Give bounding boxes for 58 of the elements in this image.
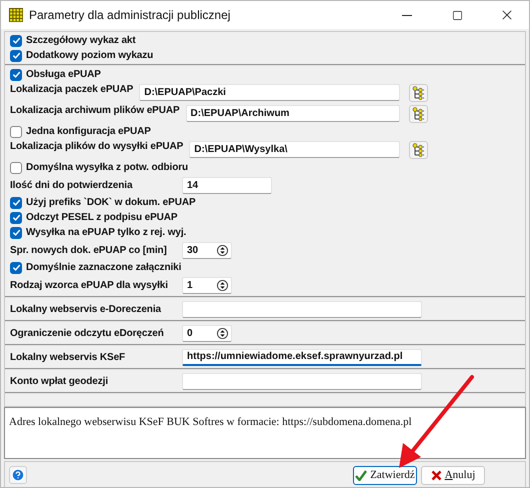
help-icon	[11, 468, 25, 482]
cancel-button[interactable]: Anuluj	[421, 466, 485, 484]
checkbox-label: Dodatkowy poziom wykazu	[26, 50, 154, 61]
checkbox[interactable]	[10, 162, 22, 174]
checkbox[interactable]	[10, 262, 22, 274]
field-label: Lokalny webservis KSeF	[10, 352, 126, 362]
hint-text: Adres lokalnego webserwisu KSeF BUK Softres w formacie: https://subdomena.domena.pl	[9, 416, 412, 428]
tree-icon	[412, 106, 426, 120]
window-title: Parametry dla administracji publicznej	[29, 8, 232, 22]
help-button[interactable]	[9, 466, 27, 484]
spin-button[interactable]	[217, 244, 228, 256]
field-label: Lokalny webservis e-Doreczenia	[10, 304, 162, 314]
spin-button[interactable]	[217, 280, 228, 290]
maximize-icon	[452, 10, 462, 20]
confirm-button[interactable]: Zatwierdź	[353, 466, 417, 484]
input-field[interactable]: D:\EPUAP\Paczki	[139, 84, 400, 101]
tree-icon	[412, 142, 426, 156]
input-field[interactable]: D:\EPUAP\Wysylka\	[189, 141, 400, 158]
checkbox-label: Obsługa ePUAP	[26, 69, 101, 80]
checkbox[interactable]	[10, 226, 22, 238]
checkbox-label: Jedna konfiguracja ePUAP	[26, 126, 151, 137]
checkbox[interactable]	[10, 68, 22, 80]
browse-button[interactable]	[409, 104, 428, 122]
app-icon	[9, 8, 23, 22]
spin-field[interactable]: 0	[182, 324, 232, 342]
checkbox[interactable]	[10, 34, 22, 46]
checkbox[interactable]	[10, 126, 22, 138]
tree-icon	[412, 86, 426, 100]
checkbox-label: Szczegółowy wykaz akt	[26, 35, 136, 46]
input-field[interactable]	[182, 372, 422, 390]
spin-field[interactable]: 30	[182, 242, 232, 258]
field-label: Ilość dni do potwierdzenia	[10, 180, 134, 190]
checkbox-label: Domyślnie zaznaczone załączniki	[26, 262, 182, 273]
field-label: Lokalizacja plików do wysyłki ePUAP	[10, 141, 184, 154]
field-label: Rodzaj wzorca ePUAP dla wysyłki	[10, 280, 169, 290]
field-label: Ograniczenie odczytu eDoręczeń	[10, 328, 165, 338]
checkbox[interactable]	[10, 50, 22, 62]
browse-button[interactable]	[409, 84, 428, 102]
checkbox[interactable]	[10, 212, 22, 224]
spin-field[interactable]: 1	[182, 276, 232, 294]
field-label: Konto wpłat geodezji	[10, 376, 109, 386]
input-field[interactable]	[182, 300, 422, 318]
checkbox-label: Domyślna wysyłka z potw. odbioru	[26, 162, 188, 173]
checkbox-label: Odczyt PESEL z podpisu ePUAP	[26, 212, 178, 223]
spin-button[interactable]	[217, 328, 228, 338]
input-field[interactable]: https://umniewiadome.eksef.sprawnyurzad.pl	[182, 348, 422, 366]
input-field[interactable]: 14	[182, 176, 272, 194]
check-icon	[355, 470, 368, 480]
field-label: Spr. nowych dok. ePUAP co [min]	[10, 244, 168, 256]
checkbox-label: Wysyłka na ePUAP tylko z rej. wyj.	[26, 227, 186, 238]
cross-icon	[430, 470, 442, 480]
minimize-icon	[402, 14, 412, 16]
input-field[interactable]: D:\EPUAP\Archiwum	[186, 105, 400, 122]
checkbox[interactable]	[10, 196, 22, 208]
field-label: Lokalizacja paczek ePUAP	[10, 84, 134, 97]
checkbox-label: Użyj prefiks `DOK` w dokum. ePUAP	[26, 197, 196, 208]
field-label: Lokalizacja archiwum plików ePUAP	[10, 105, 180, 118]
browse-button[interactable]	[409, 140, 428, 158]
